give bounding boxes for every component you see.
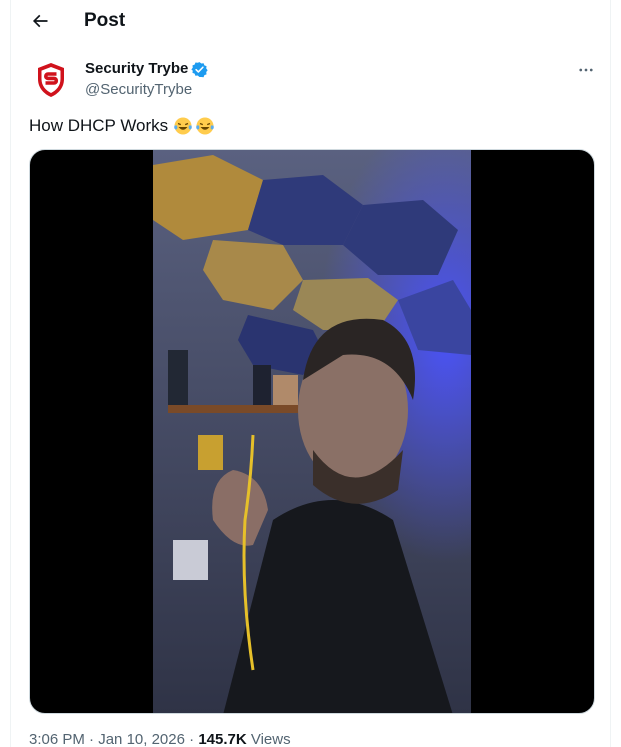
back-button[interactable] bbox=[25, 6, 55, 36]
post-text-content: How DHCP Works bbox=[29, 116, 169, 135]
post-detail-column: Post Security Trybe @SecurityTrybe How D… bbox=[10, 0, 611, 747]
video-still-image bbox=[153, 150, 471, 713]
views-count: 145.7K bbox=[198, 731, 247, 747]
shield-s-logo-icon bbox=[38, 63, 64, 97]
verified-badge-icon bbox=[191, 61, 209, 77]
post-time[interactable]: 3:06 PM bbox=[29, 731, 85, 747]
more-options-button[interactable] bbox=[571, 59, 601, 81]
tears-of-joy-emoji-icon bbox=[174, 117, 192, 135]
page-header: Post bbox=[11, 0, 610, 42]
post-author: Security Trybe @SecurityTrybe bbox=[31, 58, 601, 100]
page-title: Post bbox=[84, 10, 126, 31]
avatar[interactable] bbox=[31, 60, 71, 100]
tears-of-joy-emoji-icon bbox=[196, 117, 214, 135]
post-date[interactable]: Jan 10, 2026 bbox=[98, 731, 185, 747]
meta-separator: · bbox=[84, 731, 99, 747]
more-horizontal-icon bbox=[579, 68, 593, 72]
name-row: Security Trybe bbox=[85, 59, 209, 79]
meta-separator: · bbox=[184, 731, 199, 747]
display-name[interactable]: Security Trybe bbox=[85, 59, 188, 79]
video-frame bbox=[153, 150, 471, 713]
video-player[interactable] bbox=[29, 149, 595, 714]
views-label: Views bbox=[246, 731, 291, 747]
post-meta: 3:06 PM · Jan 10, 2026 · 145.7K Views bbox=[29, 730, 291, 747]
post-text: How DHCP Works bbox=[29, 114, 215, 138]
arrow-left-icon bbox=[32, 14, 48, 28]
user-handle[interactable]: @SecurityTrybe bbox=[85, 80, 192, 100]
